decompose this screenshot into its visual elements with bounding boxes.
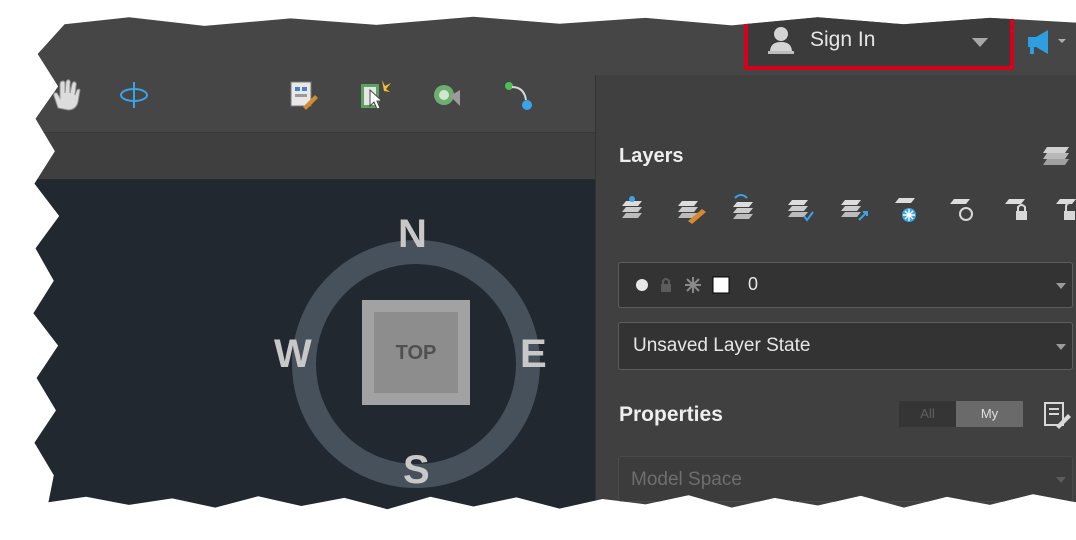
application-header: Sign In	[33, 16, 1076, 75]
user-icon	[768, 27, 794, 54]
chevron-down-icon	[1056, 283, 1066, 289]
pan-hand-icon[interactable]	[48, 78, 88, 112]
compass-west[interactable]: W	[274, 332, 312, 377]
make-current-layer-icon[interactable]	[837, 192, 869, 224]
compass-south[interactable]: S	[403, 448, 430, 493]
block-editor-icon[interactable]	[287, 79, 319, 111]
match-layer-icon[interactable]	[674, 193, 708, 225]
properties-edit-icon[interactable]	[1042, 400, 1072, 430]
view-cube-label: TOP	[395, 342, 437, 364]
space-selector-dropdown: Model Space	[618, 456, 1073, 502]
freeze-layer-icon[interactable]	[891, 192, 923, 224]
turn-off-layer-icon[interactable]	[946, 193, 978, 223]
compass-north[interactable]: N	[398, 212, 427, 257]
chevron-down-icon	[1056, 344, 1066, 350]
on-bulb-icon	[636, 279, 648, 291]
autocad-window: Sign In N S E W TOP Layers 0 Unsaved Lay…	[33, 16, 1076, 510]
space-selector-value: Model Space	[631, 469, 742, 490]
chevron-down-icon	[1056, 477, 1066, 483]
layer-properties-icon[interactable]	[618, 193, 648, 223]
view-cube[interactable]: TOP	[362, 300, 470, 405]
communication-center-icon[interactable]	[1026, 27, 1066, 57]
unlock-layer-icon[interactable]	[1052, 193, 1076, 223]
sign-in-button[interactable]: Sign In	[744, 16, 1014, 70]
current-layer-name: 0	[748, 274, 759, 294]
compass-east[interactable]: E	[520, 332, 547, 377]
quick-toolbar	[33, 75, 595, 133]
lock-layer-icon[interactable]	[1001, 193, 1033, 223]
layer-dropdown[interactable]: 0	[618, 262, 1073, 308]
freeze-sun-icon	[685, 277, 701, 293]
layer-stack-icon[interactable]	[1041, 143, 1073, 167]
properties-panel-title[interactable]: Properties	[619, 403, 723, 427]
layer-isolate-icon[interactable]	[784, 192, 814, 224]
previous-layer-icon[interactable]	[729, 192, 759, 224]
ribbon-panel: Layers 0 Unsaved Layer State Properties …	[595, 75, 1076, 510]
color-swatch-icon	[712, 276, 730, 294]
chevron-down-icon[interactable]	[972, 38, 988, 47]
layers-panel-title[interactable]: Layers	[619, 145, 684, 168]
drawing-viewport[interactable]: N S E W TOP	[33, 180, 595, 510]
orbit-icon[interactable]	[118, 80, 150, 110]
lock-icon	[661, 278, 671, 292]
view-cube-face[interactable]: TOP	[374, 312, 458, 393]
sign-in-label: Sign In	[810, 28, 876, 51]
layer-state-dropdown[interactable]: Unsaved Layer State	[618, 322, 1073, 370]
viewport-header	[33, 133, 595, 180]
properties-my-toggle[interactable]: My	[956, 401, 1023, 427]
properties-my-label: My	[980, 406, 999, 421]
match-properties-icon[interactable]	[430, 80, 464, 110]
properties-all-label: All	[920, 406, 935, 421]
layer-state-value: Unsaved Layer State	[633, 335, 811, 356]
connect-nodes-icon[interactable]	[500, 78, 536, 114]
properties-all-toggle[interactable]: All	[899, 401, 956, 427]
select-object-icon[interactable]	[358, 78, 392, 112]
